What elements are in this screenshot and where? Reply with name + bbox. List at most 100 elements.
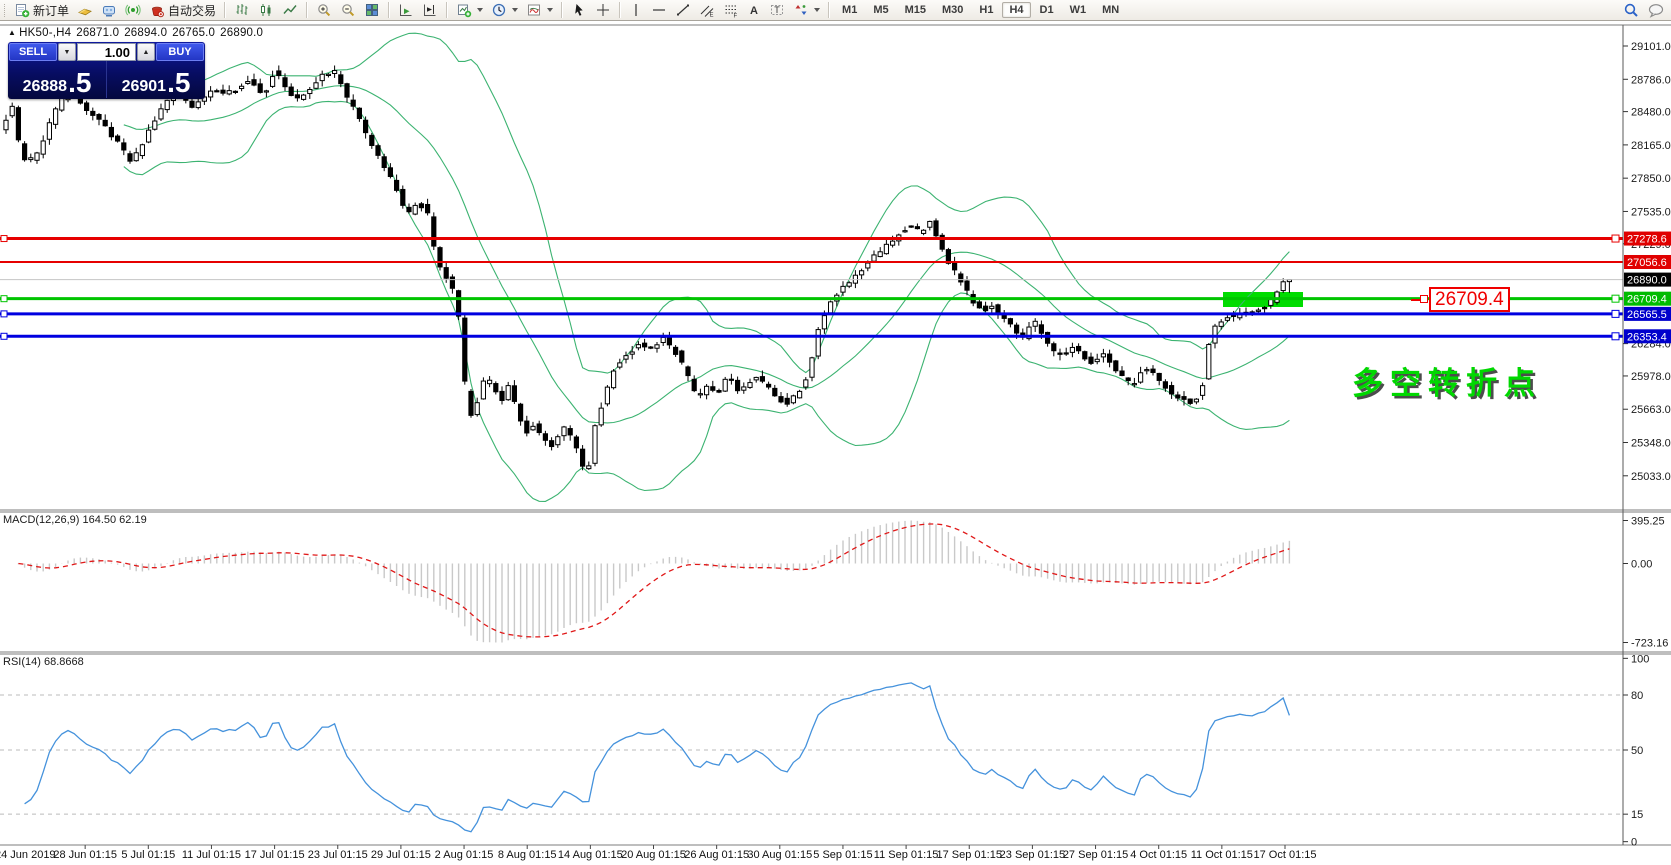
one-click-trading-panel: SELL ▼ 1.00 ▲ BUY 26888.5 26901.5 (8, 42, 205, 99)
signals-button[interactable] (121, 0, 145, 20)
new-chart-icon (458, 4, 472, 18)
dropdown-caret-icon (512, 8, 519, 12)
timeframe-button-M15[interactable]: M15 (898, 2, 933, 18)
timeframe-button-M30[interactable]: M30 (935, 2, 970, 18)
dropdown-caret-icon (814, 8, 821, 12)
sell-price[interactable]: 26888.5 (8, 61, 106, 98)
toolbar-cursor-group (565, 0, 617, 20)
chart-shift-button[interactable] (418, 0, 442, 20)
time-axis-label: 5 Sep 01:15 (813, 849, 872, 861)
svg-text:E: E (710, 13, 714, 19)
svg-text:28165.0: 28165.0 (1631, 140, 1671, 152)
crosshair-button[interactable] (591, 0, 615, 20)
tile-windows-button[interactable] (360, 0, 384, 20)
zoom-out-button[interactable] (336, 0, 360, 20)
time-axis-label: 28 Jun 01:15 (53, 849, 117, 861)
trendline-button[interactable] (671, 0, 695, 20)
buy-button[interactable]: BUY (156, 43, 204, 61)
svg-text:50: 50 (1631, 745, 1643, 757)
chart-shift-icon (424, 4, 436, 16)
search-icon[interactable] (1623, 2, 1639, 18)
ohlc-low: 26765.0 (172, 27, 216, 39)
arrows-button[interactable] (789, 0, 824, 20)
channel-button[interactable]: E (695, 0, 719, 20)
annotation-price-box[interactable]: 26709.4 (1429, 287, 1510, 312)
symbol-period: HK50-,H4 (19, 27, 72, 39)
time-axis-label: 2 Aug 01:15 (435, 849, 494, 861)
svg-text:T: T (774, 5, 780, 15)
macd-indicator-label: MACD(12,26,9) 164.50 62.19 (3, 514, 147, 526)
svg-text:27535.0: 27535.0 (1631, 206, 1671, 218)
toolbar-scroll-group (392, 0, 444, 20)
timeframe-button-M1[interactable]: M1 (835, 2, 864, 18)
chat-icon[interactable] (1647, 2, 1665, 18)
auto-scroll-icon (400, 4, 412, 16)
candlestick-chart-button[interactable] (254, 0, 278, 20)
price-chip-26890.0: 26890.0 (1627, 275, 1667, 287)
time-axis-label: 20 Aug 01:15 (621, 849, 686, 861)
volume-increase-button[interactable]: ▲ (137, 43, 155, 61)
horizontal-line-button[interactable] (647, 0, 671, 20)
collapse-triangle-icon[interactable]: ▲ (8, 28, 16, 37)
cursor-button[interactable] (567, 0, 591, 20)
hosting-button[interactable] (97, 0, 121, 20)
toolbar-objects-group (450, 0, 559, 20)
line-chart-icon (283, 5, 297, 14)
new-order-label: 新订单 (33, 3, 70, 18)
ohlc-high: 26894.0 (124, 27, 168, 39)
toolbar-charttype-group (228, 0, 304, 20)
buy-price[interactable]: 26901.5 (107, 61, 205, 98)
time-axis-label: 23 Sep 01:15 (1000, 849, 1065, 861)
timeframe-button-H1[interactable]: H1 (972, 2, 1000, 18)
market-button[interactable] (73, 0, 97, 20)
volume-decrease-button[interactable]: ▼ (58, 43, 76, 61)
toolbar-separator (446, 2, 449, 18)
gold-bar-icon (78, 8, 92, 16)
toolbar-zoom-group (310, 0, 386, 20)
time-axis-label: 8 Aug 01:15 (498, 849, 557, 861)
svg-text:0.00: 0.00 (1631, 559, 1652, 571)
timeframe-button-M5[interactable]: M5 (866, 2, 895, 18)
indicators-button[interactable] (522, 0, 557, 20)
text-button[interactable]: A (743, 0, 765, 20)
dropdown-caret-icon (547, 8, 554, 12)
volume-input[interactable]: 1.00 (77, 43, 136, 61)
fibonacci-button[interactable]: F (719, 0, 743, 20)
timeframe-button-MN[interactable]: MN (1095, 2, 1126, 18)
autotrading-button[interactable]: 自动交易 (145, 0, 220, 21)
time-axis-label: 11 Sep 01:15 (874, 849, 939, 861)
new-chart-button[interactable] (452, 0, 487, 20)
vertical-line-button[interactable] (625, 0, 647, 20)
period-presets-button[interactable] (487, 0, 522, 20)
new-order-button[interactable]: 新订单 (10, 0, 73, 21)
text-label-icon: T (771, 5, 784, 15)
svg-text:29101.0: 29101.0 (1631, 41, 1671, 53)
chart-window: 29101.0 28786.0 28480.0 28165.0 27850.0 27535… (0, 0, 1671, 865)
toolbar-right-icons (1623, 2, 1671, 18)
line-chart-button[interactable] (278, 0, 302, 20)
sell-button[interactable]: SELL (9, 43, 57, 61)
time-axis-label: 30 Aug 01:15 (747, 849, 812, 861)
timeframe-button-W1[interactable]: W1 (1063, 2, 1094, 18)
svg-text:25978.0: 25978.0 (1631, 371, 1671, 383)
text-label-button[interactable]: T (765, 0, 789, 20)
svg-text:F: F (734, 14, 738, 19)
text-icon: A (750, 5, 758, 17)
auto-scroll-button[interactable] (394, 0, 418, 20)
timeframe-button-D1[interactable]: D1 (1033, 2, 1061, 18)
svg-text:0: 0 (1631, 837, 1637, 849)
annotation-cn-text[interactable]: 多空转折点 (1352, 358, 1542, 403)
svg-text:27850.0: 27850.0 (1631, 173, 1671, 185)
autotrading-label: 自动交易 (168, 3, 217, 18)
zoom-in-button[interactable] (312, 0, 336, 20)
time-axis-label: 4 Oct 01:15 (1130, 849, 1187, 861)
svg-text:80: 80 (1631, 690, 1643, 702)
arrows-icon (795, 5, 807, 15)
timeframe-button-H4[interactable]: H4 (1002, 2, 1031, 18)
toolbar-separator (561, 2, 564, 18)
dropdown-caret-icon (477, 8, 484, 12)
bar-chart-button[interactable] (230, 0, 254, 20)
fibonacci-icon: F (725, 5, 738, 19)
toolbar-separator (828, 2, 831, 18)
time-axis-label: 11 Jul 01:15 (182, 849, 241, 861)
